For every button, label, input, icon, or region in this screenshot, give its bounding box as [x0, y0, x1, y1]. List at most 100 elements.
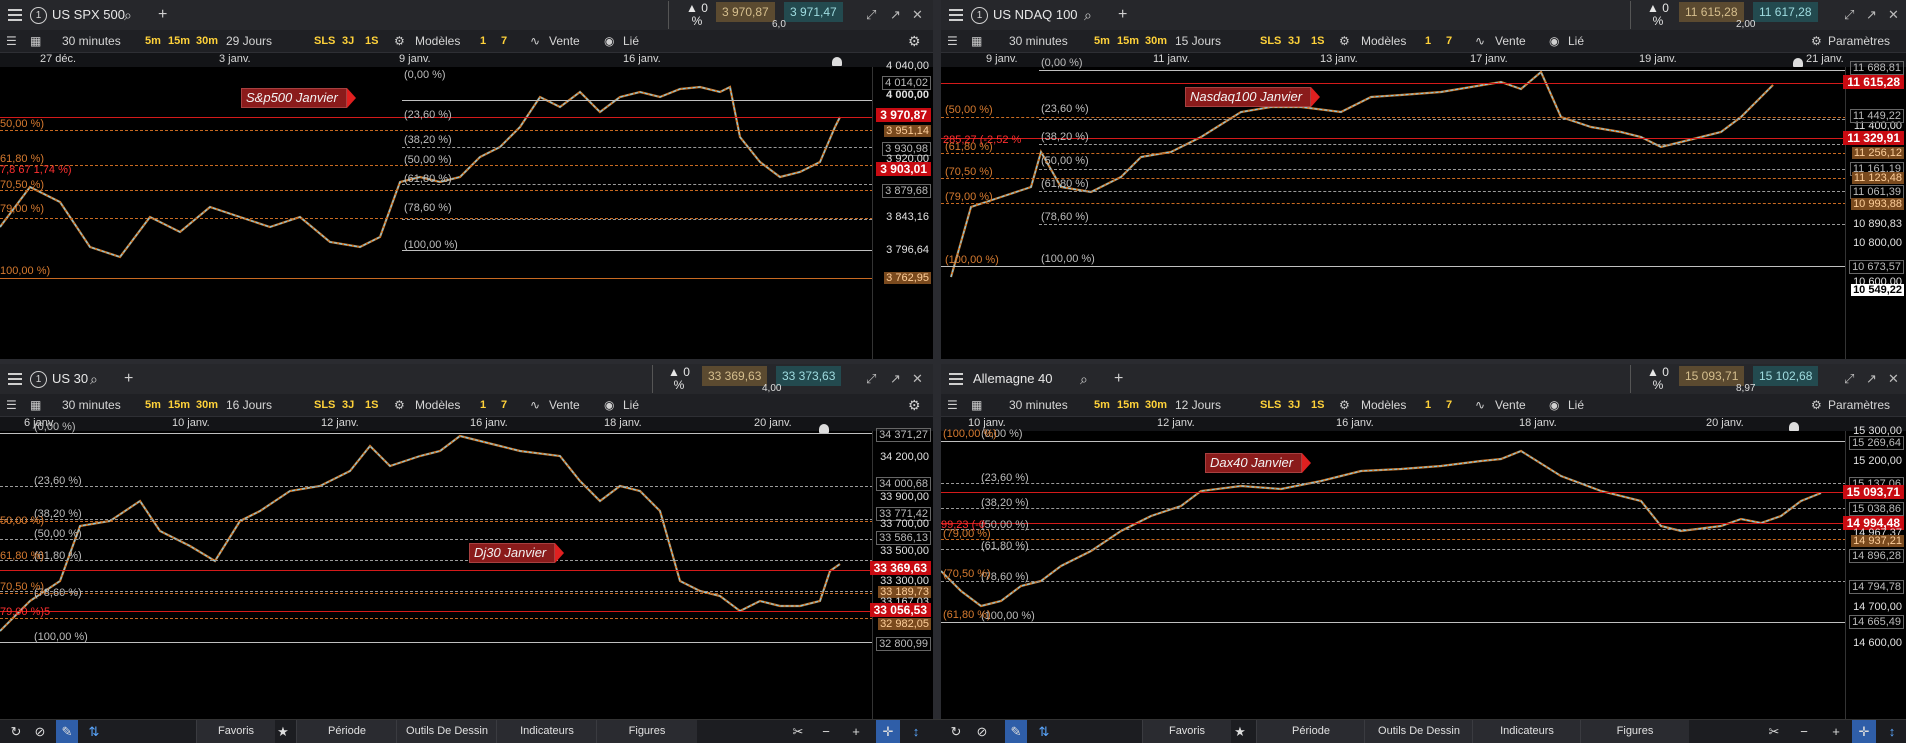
drawing-tools-tab[interactable]: Outils De Dessin	[1364, 720, 1473, 743]
preset-7-button[interactable]: 7	[1446, 394, 1452, 416]
ask-price[interactable]: 11 617,28	[1753, 2, 1818, 22]
fit-icon[interactable]: ↕	[906, 720, 926, 743]
expand-icon[interactable]: ⤢	[1844, 364, 1854, 394]
layout-icon[interactable]: ▦	[30, 394, 41, 416]
timeframe-select[interactable]: 30 minutes	[62, 394, 121, 416]
sell-button[interactable]: Vente	[549, 394, 580, 416]
trash-icon[interactable]: ✂	[788, 720, 808, 743]
templates-icon[interactable]: ⚙	[1339, 394, 1350, 416]
alert-icon[interactable]	[1789, 422, 1799, 431]
linked-button[interactable]: Lié	[1568, 30, 1584, 52]
symbol-name[interactable]: Allemagne 40	[973, 364, 1053, 394]
chart-type-icon[interactable]: ∿	[1475, 394, 1485, 416]
eye-icon[interactable]: ◉	[1549, 30, 1559, 52]
favorites-tab[interactable]: Favoris	[196, 720, 275, 743]
preset-1-button[interactable]: 1	[1425, 394, 1431, 416]
sort-arrows-icon[interactable]: ⇅	[1034, 720, 1054, 743]
expand-icon[interactable]: ⤢	[866, 0, 876, 30]
popout-icon[interactable]: ↗	[1866, 0, 1877, 30]
range-1s-button[interactable]: 1S	[365, 30, 378, 52]
templates-icon[interactable]: ⚙	[394, 30, 405, 52]
period-tab[interactable]: Période	[296, 720, 397, 743]
timeframe-select[interactable]: 30 minutes	[62, 30, 121, 52]
price-axis[interactable]: 4 040,00 4 014,02 4 000,00 3 970,87 3 95…	[872, 60, 933, 359]
search-icon[interactable]: ⌕	[1080, 364, 1088, 394]
disable-icon[interactable]: ⊘	[30, 720, 50, 743]
price-chart[interactable]: (0,00 %) (23,60 %) (38,20 %) (50,00 %) (…	[0, 57, 933, 359]
linked-button[interactable]: Lié	[1568, 394, 1584, 416]
menu-icon[interactable]	[8, 378, 22, 380]
tf-15m-button[interactable]: 15m	[168, 30, 190, 52]
drawing-label[interactable]: S&p500 Janvier	[241, 88, 356, 108]
tf-30m-button[interactable]: 30m	[196, 30, 218, 52]
bid-price[interactable]: 15 093,71	[1679, 366, 1745, 386]
range-3j-button[interactable]: 3J	[1288, 30, 1300, 52]
chart-type-icon[interactable]: ∿	[530, 30, 540, 52]
ask-price[interactable]: 33 373,63	[776, 366, 842, 386]
layout-icon[interactable]: ▦	[971, 394, 982, 416]
timeframe-select[interactable]: 30 minutes	[1009, 394, 1068, 416]
expand-icon[interactable]: ⤢	[1844, 0, 1854, 30]
preset-1-button[interactable]: 1	[480, 394, 486, 416]
sell-button[interactable]: Vente	[1495, 30, 1526, 52]
settings-icon[interactable]: ⚙	[908, 394, 921, 416]
close-icon[interactable]: ✕	[912, 364, 923, 394]
layout-icon[interactable]: ▦	[30, 30, 41, 52]
trash-icon[interactable]: ✂	[1764, 720, 1784, 743]
refresh-icon[interactable]: ↻	[946, 720, 966, 743]
symbol-name[interactable]: US NDAQ 100	[993, 0, 1078, 30]
alert-icon[interactable]	[1793, 58, 1803, 67]
templates-button[interactable]: Modèles	[1361, 30, 1406, 52]
list-icon[interactable]: ☰	[6, 30, 17, 52]
add-icon[interactable]: +	[124, 364, 133, 394]
zoom-out-icon[interactable]: −	[1794, 720, 1814, 743]
refresh-icon[interactable]: ↻	[6, 720, 26, 743]
settings-button[interactable]: Paramètres	[1828, 394, 1890, 416]
settings-icon[interactable]: ⚙	[1811, 30, 1822, 52]
add-icon[interactable]: +	[1114, 364, 1123, 394]
templates-icon[interactable]: ⚙	[394, 394, 405, 416]
fit-icon[interactable]: ↕	[1882, 720, 1902, 743]
range-1s-button[interactable]: 1S	[365, 394, 378, 416]
span-select[interactable]: 12 Jours	[1175, 394, 1221, 416]
bid-price[interactable]: 3 970,87	[716, 2, 775, 22]
crosshair-icon[interactable]: ✛	[876, 720, 900, 743]
ask-price[interactable]: 15 102,68	[1753, 366, 1819, 386]
popout-icon[interactable]: ↗	[890, 364, 901, 394]
list-icon[interactable]: ☰	[947, 394, 958, 416]
preset-7-button[interactable]: 7	[501, 394, 507, 416]
eye-icon[interactable]: ◉	[1549, 394, 1559, 416]
tf-30m-button[interactable]: 30m	[1145, 394, 1167, 416]
drawing-tools-tab[interactable]: Outils De Dessin	[396, 720, 497, 743]
zoom-in-icon[interactable]: +	[1826, 720, 1846, 743]
indicators-tab[interactable]: Indicateurs	[1472, 720, 1581, 743]
popout-icon[interactable]: ↗	[1866, 364, 1877, 394]
price-axis[interactable]: 11 688,81 11 615,28 11 400,00 11 449,22 …	[1843, 61, 1906, 359]
add-icon[interactable]: +	[158, 0, 167, 30]
tf-5m-button[interactable]: 5m	[1094, 394, 1110, 416]
zoom-in-icon[interactable]: +	[846, 720, 866, 743]
drawing-label[interactable]: Dax40 Janvier	[1205, 453, 1312, 473]
sls-button[interactable]: SLS	[314, 394, 335, 416]
tf-15m-button[interactable]: 15m	[1117, 30, 1139, 52]
drawing-label[interactable]: Nasdaq100 Janvier	[1185, 87, 1321, 107]
period-tab[interactable]: Période	[1256, 720, 1365, 743]
search-icon[interactable]: ⌕	[124, 0, 132, 30]
preset-1-button[interactable]: 1	[480, 30, 486, 52]
range-1s-button[interactable]: 1S	[1311, 30, 1324, 52]
search-icon[interactable]: ⌕	[90, 364, 98, 394]
chart-type-icon[interactable]: ∿	[530, 394, 540, 416]
tf-15m-button[interactable]: 15m	[168, 394, 190, 416]
preset-7-button[interactable]: 7	[501, 30, 507, 52]
disable-icon[interactable]: ⊘	[972, 720, 992, 743]
list-icon[interactable]: ☰	[6, 394, 17, 416]
templates-button[interactable]: Modèles	[415, 30, 460, 52]
bid-price[interactable]: 33 369,63	[702, 366, 768, 386]
preset-1-button[interactable]: 1	[1425, 30, 1431, 52]
span-select[interactable]: 29 Jours	[226, 30, 272, 52]
menu-icon[interactable]	[949, 14, 963, 16]
symbol-name[interactable]: US SPX 500	[52, 0, 125, 30]
timeframe-select[interactable]: 30 minutes	[1009, 30, 1068, 52]
settings-icon[interactable]: ⚙	[908, 30, 921, 52]
tf-30m-button[interactable]: 30m	[196, 394, 218, 416]
